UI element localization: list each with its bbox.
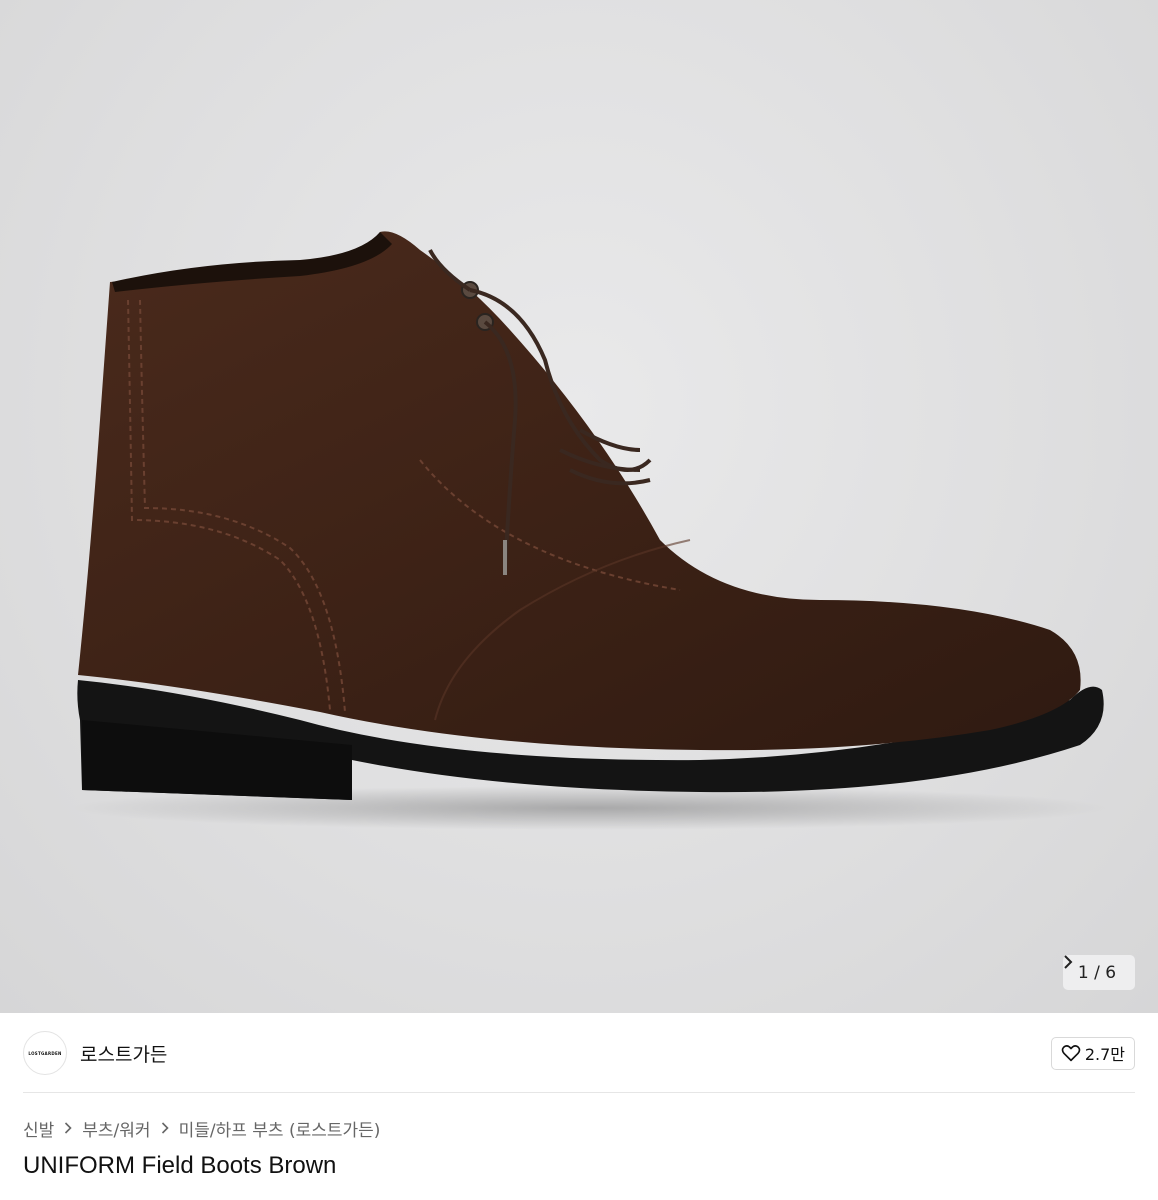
- like-count: 2.7만: [1084, 1045, 1125, 1064]
- product-title: UNIFORM Field Boots Brown: [23, 1152, 337, 1179]
- breadcrumb-item-middle-boots[interactable]: 미들/하프 부츠 (로스트가든): [179, 1116, 381, 1141]
- brand-name[interactable]: 로스트가든: [80, 1040, 167, 1067]
- breadcrumb-item-boots[interactable]: 부츠/워커: [82, 1116, 150, 1141]
- brand-row: LOSTGARDEN 로스트가든 2.7만: [0, 1013, 1158, 1093]
- chevron-right-icon[interactable]: [1063, 955, 1073, 969]
- chevron-right-icon: [65, 1122, 72, 1134]
- like-button[interactable]: 2.7만: [1050, 1036, 1135, 1070]
- product-image: [70, 231, 1110, 830]
- breadcrumb-item-shoes[interactable]: 신발: [23, 1116, 54, 1141]
- image-counter[interactable]: 1 / 6: [1063, 955, 1135, 990]
- breadcrumb: 신발 부츠/워커 미들/하프 부츠 (로스트가든): [23, 1116, 381, 1141]
- image-counter-text: 1 / 6: [1077, 962, 1117, 983]
- heart-icon: [1061, 1045, 1081, 1062]
- product-image-gallery[interactable]: 1 / 6: [0, 0, 1158, 1013]
- brand-logo[interactable]: LOSTGARDEN: [23, 1031, 67, 1075]
- chevron-right-icon: [161, 1122, 169, 1134]
- divider: [23, 1092, 1135, 1093]
